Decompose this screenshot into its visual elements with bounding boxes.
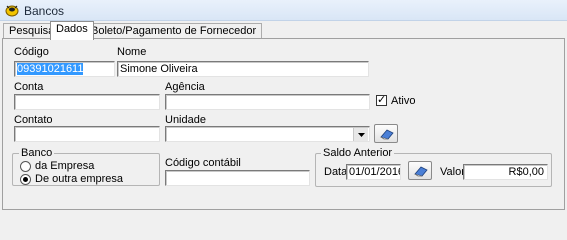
contato-field[interactable] <box>14 126 160 142</box>
unidade-dropdown-button[interactable] <box>353 128 368 141</box>
eraser-icon <box>414 166 428 177</box>
unidade-clear-button[interactable] <box>374 124 398 143</box>
window-corner <box>545 0 567 21</box>
valor-field[interactable]: R$0,00 <box>463 164 548 180</box>
data-label: Data <box>324 166 348 178</box>
radio-da-empresa-label: da Empresa <box>35 160 95 172</box>
chevron-down-icon <box>358 133 365 137</box>
conta-field[interactable] <box>14 94 160 110</box>
unidade-select[interactable] <box>165 126 370 142</box>
codigo-contabil-label: Código contábil <box>165 157 241 169</box>
valor-label: Valor <box>440 166 465 178</box>
codigo-contabil-field[interactable] <box>165 170 310 186</box>
codigo-label: Código <box>14 46 49 58</box>
banco-groupbox: Banco da Empresa De outra empresa <box>12 147 160 186</box>
nome-label: Nome <box>117 46 147 58</box>
codigo-value: 09391021611 <box>17 63 84 75</box>
agencia-field[interactable] <box>165 94 370 110</box>
ativo-label: Ativo <box>391 95 416 107</box>
ativo-checkbox[interactable]: ✓ <box>376 94 387 106</box>
radio-selected-dot <box>23 177 28 182</box>
window-title: Bancos <box>24 4 65 18</box>
bank-app-icon <box>5 4 19 17</box>
check-icon: ✓ <box>377 94 387 106</box>
banco-group-title: Banco <box>19 147 55 159</box>
unidade-label: Unidade <box>165 114 206 126</box>
saldo-anterior-title: Saldo Anterior <box>321 147 395 159</box>
nome-field[interactable]: Simone Oliveira <box>117 61 369 77</box>
tab-boleto-pagamento[interactable]: Boleto/Pagamento de Fornecedor <box>85 23 263 39</box>
radio-de-outra-empresa-label: De outra empresa <box>35 173 124 185</box>
data-clear-button[interactable] <box>408 161 432 180</box>
agencia-label: Agência <box>165 81 205 93</box>
eraser-icon <box>380 129 394 140</box>
conta-label: Conta <box>14 81 44 93</box>
radio-da-empresa[interactable] <box>20 161 31 172</box>
title-bar: Bancos <box>0 0 567 21</box>
contato-label: Contato <box>14 114 53 126</box>
saldo-anterior-groupbox: Saldo Anterior Data 01/01/2016 Valor R$0… <box>315 147 552 187</box>
tab-dados[interactable]: Dados <box>50 21 94 40</box>
tab-panel-dados: Código 09391021611 Nome Simone Oliveira … <box>2 38 565 210</box>
tab-strip: Pesquisa Dados Boleto/Pagamento de Forne… <box>0 21 567 40</box>
codigo-field[interactable]: 09391021611 <box>14 61 115 77</box>
radio-de-outra-empresa[interactable] <box>20 174 31 185</box>
data-field[interactable]: 01/01/2016 <box>346 164 401 180</box>
